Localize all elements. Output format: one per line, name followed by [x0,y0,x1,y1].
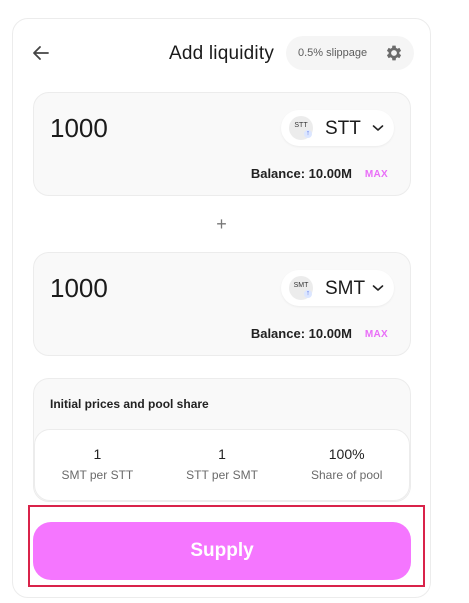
price-value: 100% [328,446,365,462]
price-cell: 100% Share of pool [284,430,409,500]
prices-grid: 1 SMT per STT 1 STT per SMT 100% Share o… [34,429,410,501]
token-a-symbol: STT [325,118,361,139]
slippage-button[interactable]: 0.5% slippage [286,36,414,70]
plus-icon: + [216,214,227,234]
price-value: 1 [93,446,102,462]
token-b-amount-input[interactable] [50,273,240,304]
token-a-max-button[interactable]: MAX [365,169,388,180]
token-b-panel: SMT ↑ SMT Balance: 10.00M MAX [33,252,411,356]
prices-panel: Initial prices and pool share 1 SMT per … [33,378,411,502]
supply-button[interactable]: Supply [33,522,411,580]
token-b-symbol: SMT [325,278,366,299]
token-a-logo-text: STT [294,122,308,129]
arrow-up-icon: ↑ [304,290,312,298]
chevron-down-icon [372,125,384,131]
slippage-label: 0.5% slippage [298,47,368,59]
chevron-down-icon [372,285,384,291]
price-cell: 1 STT per SMT [160,430,285,500]
price-label: Share of pool [310,468,383,482]
token-a-panel: STT ↑ STT Balance: 10.00M MAX [33,92,411,196]
smt-token-icon: SMT ↑ [289,276,313,300]
price-value: 1 [218,446,226,462]
header: Add liquidity 0.5% slippage [13,19,430,89]
token-b-select[interactable]: SMT ↑ SMT [281,270,394,306]
token-b-logo-text: SMT [293,282,309,289]
arrow-up-icon: ↑ [304,130,312,138]
token-a-select[interactable]: STT ↑ STT [281,110,394,146]
gear-icon[interactable] [384,43,404,63]
prices-title: Initial prices and pool share [50,397,209,411]
token-b-balance: Balance: 10.00M [250,326,352,341]
price-label: STT per SMT [186,468,258,482]
stt-token-icon: STT ↑ [289,116,313,140]
token-b-max-button[interactable]: MAX [365,329,388,340]
price-cell: 1 SMT per STT [35,430,160,500]
token-a-amount-input[interactable] [50,113,240,144]
price-label: SMT per STT [61,468,134,482]
token-a-balance: Balance: 10.00M [250,166,352,181]
